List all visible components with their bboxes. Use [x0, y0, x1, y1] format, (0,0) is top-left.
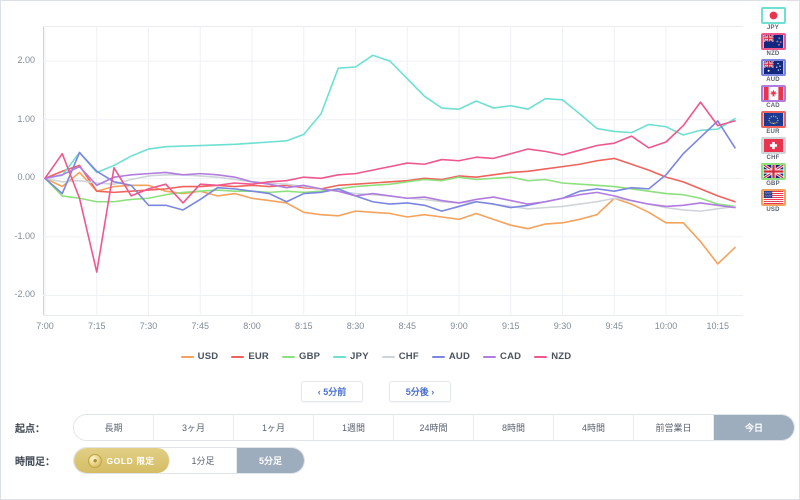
timeframe-control-row: 時間足： ● GOLD 限定 1分足 5分足	[1, 447, 305, 474]
legend-label: CHF	[398, 351, 419, 362]
y-axis-tick-label: -1.00	[14, 230, 35, 241]
flag-icon-nzd	[760, 33, 786, 50]
flag-caption: EUR	[766, 129, 780, 135]
flag-button-CAD[interactable]: CAD	[760, 85, 786, 109]
y-axis-tick-label: 0.00	[17, 172, 35, 183]
x-axis-tick-label: 8:00	[243, 321, 261, 331]
legend-item-NZD[interactable]: NZD	[534, 351, 571, 362]
flag-caption: AUD	[766, 77, 780, 83]
gold-coin-icon: ●	[88, 453, 103, 468]
origin-option-0[interactable]: 長期	[74, 415, 154, 440]
flag-caption: JPY	[767, 25, 779, 31]
chart-plot-area[interactable]	[43, 26, 743, 316]
x-axis-tick-label: 9:30	[553, 321, 572, 331]
flag-caption: GBP	[766, 181, 780, 187]
x-axis-tick-label: 8:45	[398, 321, 417, 331]
flag-caption: USD	[766, 207, 780, 213]
flag-button-GBP[interactable]: GBP	[760, 163, 786, 187]
flag-icon-eur	[760, 111, 786, 128]
x-axis-tick-label: 8:15	[294, 321, 313, 331]
flag-button-USD[interactable]: USD	[760, 189, 786, 213]
legend-swatch-icon	[281, 355, 295, 358]
origin-option-5[interactable]: 8時間	[474, 415, 554, 440]
origin-option-2[interactable]: 1ヶ月	[234, 415, 314, 440]
legend-item-CHF[interactable]: CHF	[381, 351, 419, 362]
x-axis-tick-label: 9:15	[501, 321, 520, 331]
legend-swatch-icon	[180, 355, 194, 358]
legend-swatch-icon	[381, 355, 395, 358]
flag-button-CHF[interactable]: CHF	[760, 137, 786, 161]
flag-button-EUR[interactable]: EUR	[760, 111, 786, 135]
flag-icon-aud	[760, 59, 786, 76]
next-5min-button[interactable]: 5分後 ›	[389, 381, 451, 402]
legend-label: JPY	[350, 351, 369, 362]
flag-icon-jpy	[760, 7, 786, 24]
legend-label: AUD	[448, 351, 471, 362]
y-axis-tick-label: 1.00	[17, 113, 35, 124]
origin-option-1[interactable]: 3ヶ月	[154, 415, 234, 440]
chart-nav-buttons: ‹ 5分前 5分後 ›	[1, 381, 751, 402]
timeframe-label: 時間足：	[15, 457, 55, 468]
flag-button-JPY[interactable]: JPY	[760, 7, 786, 31]
flag-button-AUD[interactable]: AUD	[760, 59, 786, 83]
origin-option-4[interactable]: 24時間	[394, 415, 474, 440]
legend-swatch-icon	[333, 355, 347, 358]
timeframe-option-1[interactable]: 5分足	[237, 448, 304, 473]
legend-label: CAD	[500, 351, 522, 362]
gold-badge-label: GOLD 限定	[106, 455, 155, 466]
timeframe-segmented-control[interactable]: ● GOLD 限定 1分足 5分足	[73, 447, 305, 474]
x-axis-tick-label: 7:00	[36, 321, 54, 331]
x-axis-tick-label: 10:00	[654, 321, 678, 331]
legend-swatch-icon	[231, 355, 245, 358]
chart-legend: USD EUR GBP JPY CHF AUD CAD NZD	[1, 351, 751, 362]
chart-svg	[43, 26, 743, 316]
legend-label: GBP	[298, 351, 321, 362]
prev-5min-button[interactable]: ‹ 5分前	[301, 381, 363, 402]
origin-control-row: 起点： 長期 3ヶ月 1ヶ月 1週間 24時間 8時間 4時間 前営業日 今日	[1, 414, 795, 441]
y-axis-tick-label: 2.00	[17, 55, 35, 66]
x-axis-tick-label: 7:45	[191, 321, 210, 331]
origin-option-7[interactable]: 前営業日	[634, 415, 714, 440]
flag-caption: CHF	[766, 155, 780, 161]
legend-item-AUD[interactable]: AUD	[431, 351, 471, 362]
x-axis-tick-label: 7:30	[139, 321, 158, 331]
legend-label: USD	[197, 351, 219, 362]
flag-icon-gbp	[760, 163, 786, 180]
legend-label: NZD	[551, 351, 572, 362]
currency-flag-sidebar: JPY NZD AUD CAD EUR CHF GBP USD	[753, 7, 793, 213]
x-axis-tick-label: 9:00	[450, 321, 468, 331]
flag-caption: CAD	[766, 103, 780, 109]
legend-item-EUR[interactable]: EUR	[231, 351, 269, 362]
gold-limited-badge: ● GOLD 限定	[74, 448, 170, 473]
legend-item-GBP[interactable]: GBP	[281, 351, 321, 362]
origin-label: 起点：	[15, 424, 45, 435]
chart-card: 2.00 1.00 0.00 -1.00 -2.00 7:00 7:15 7:30 7:45 8…	[1, 1, 751, 341]
origin-option-3[interactable]: 1週間	[314, 415, 394, 440]
legend-item-USD[interactable]: USD	[180, 351, 219, 362]
flag-caption: NZD	[766, 51, 780, 57]
x-axis-tick-label: 7:15	[87, 321, 106, 331]
legend-item-CAD[interactable]: CAD	[483, 351, 521, 362]
timeframe-option-0[interactable]: 1分足	[170, 448, 237, 473]
origin-option-8[interactable]: 今日	[714, 415, 794, 440]
x-axis-tick-label: 8:30	[346, 321, 365, 331]
flag-icon-cad	[760, 85, 786, 102]
x-axis-tick-label: 10:15	[706, 321, 730, 331]
legend-item-JPY[interactable]: JPY	[333, 351, 369, 362]
legend-swatch-icon	[431, 355, 445, 358]
currency-strength-chart-page: 2.00 1.00 0.00 -1.00 -2.00 7:00 7:15 7:30 7:45 8…	[0, 0, 800, 500]
legend-swatch-icon	[483, 355, 497, 358]
origin-segmented-control[interactable]: 長期 3ヶ月 1ヶ月 1週間 24時間 8時間 4時間 前営業日 今日	[73, 414, 795, 441]
flag-button-NZD[interactable]: NZD	[760, 33, 786, 57]
y-axis-tick-label: -2.00	[14, 289, 35, 300]
flag-icon-usd	[760, 189, 786, 206]
legend-swatch-icon	[534, 355, 548, 358]
origin-option-6[interactable]: 4時間	[554, 415, 634, 440]
legend-label: EUR	[248, 351, 269, 362]
flag-icon-chf	[760, 137, 786, 154]
x-axis-tick-label: 9:45	[605, 321, 624, 331]
